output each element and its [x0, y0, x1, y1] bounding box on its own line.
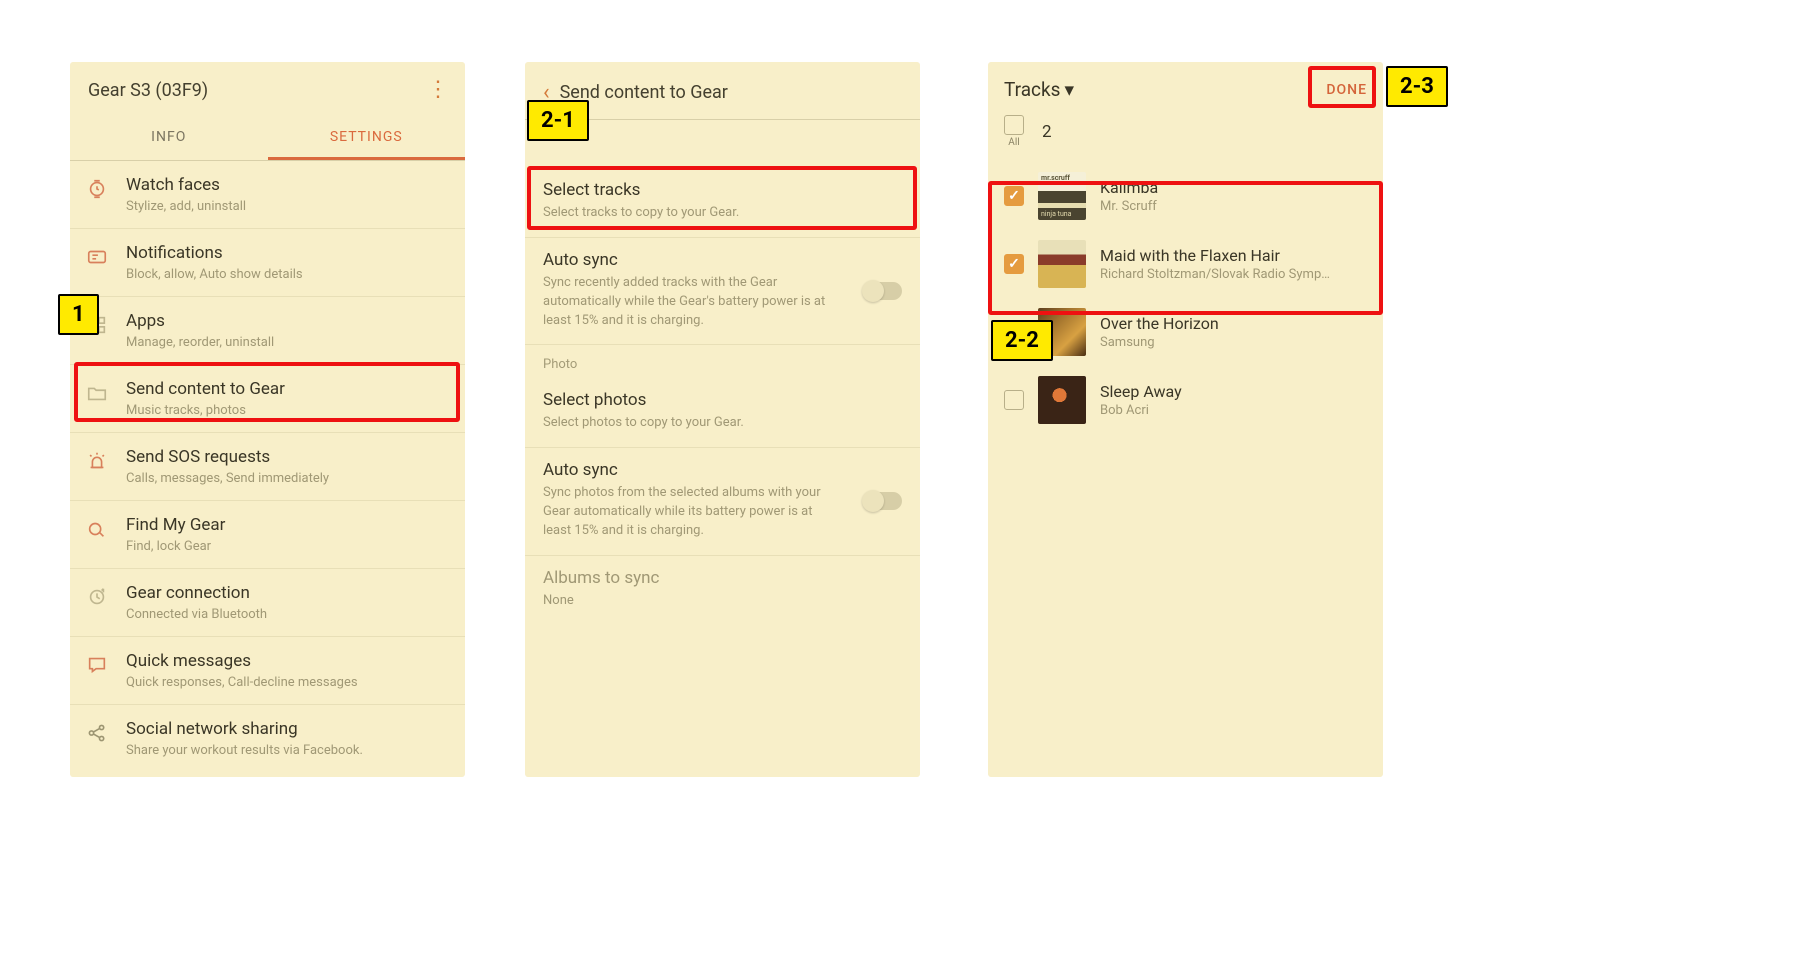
row-title: Gear connection [126, 583, 451, 603]
row-title: Social network sharing [126, 719, 451, 739]
row-subtitle: Sync photos from the selected albums wit… [543, 484, 843, 541]
row-send-content[interactable]: Send content to Gear Music tracks, photo… [70, 365, 465, 433]
album-art [1038, 376, 1086, 424]
callout-2-2: 2-2 [991, 320, 1053, 361]
screen-select-tracks: Tracks ▾ DONE All 2 mr.scruff ninja tuna… [988, 62, 1383, 777]
screen-send-content: ‹ Send content to Gear Select tracks Sel… [525, 62, 920, 777]
row-subtitle: Find, lock Gear [126, 539, 451, 554]
row-albums-to-sync[interactable]: Albums to sync None [525, 556, 920, 625]
notification-icon [86, 246, 108, 268]
chevron-down-icon: ▾ [1064, 78, 1074, 101]
track-artist: Samsung [1100, 335, 1219, 350]
track-title: Sleep Away [1100, 382, 1182, 401]
row-quick-messages[interactable]: Quick messages Quick responses, Call-dec… [70, 637, 465, 705]
row-title: Send content to Gear [126, 379, 451, 399]
overflow-menu-icon[interactable]: ⋮ [427, 86, 447, 95]
track-artist: Bob Acri [1100, 403, 1182, 418]
row-find-gear[interactable]: Find My Gear Find, lock Gear [70, 501, 465, 569]
checkbox-track[interactable] [1004, 390, 1024, 410]
row-subtitle: Manage, reorder, uninstall [126, 335, 451, 350]
row-subtitle: Select tracks to copy to your Gear. [543, 204, 843, 223]
connection-icon [86, 586, 108, 608]
all-label: All [1008, 137, 1019, 148]
row-subtitle: None [543, 592, 843, 611]
checkbox-all[interactable] [1004, 115, 1024, 135]
row-title: Select tracks [543, 180, 902, 200]
row-title: Auto sync [543, 250, 902, 270]
row-subtitle: Quick responses, Call-decline messages [126, 675, 451, 690]
album-art [1038, 240, 1086, 288]
select-all[interactable]: All [1004, 115, 1024, 148]
folder-icon [86, 382, 108, 404]
done-button[interactable]: DONE [1326, 82, 1367, 98]
row-social-sharing[interactable]: Social network sharing Share your workou… [70, 705, 465, 772]
row-notifications[interactable]: Notifications Block, allow, Auto show de… [70, 229, 465, 297]
find-watch-icon [86, 518, 108, 540]
section-photo: Photo [525, 345, 920, 378]
row-subtitle: Connected via Bluetooth [126, 607, 451, 622]
track-row[interactable]: Maid with the Flaxen Hair Richard Stoltz… [988, 230, 1383, 298]
row-title: Quick messages [126, 651, 451, 671]
select-all-row: All 2 [988, 111, 1383, 162]
track-title: Kalimba [1100, 178, 1158, 197]
watch-icon [86, 178, 108, 200]
art-text: mr.scruff [1038, 172, 1086, 184]
tracks-dropdown[interactable]: Tracks ▾ [1004, 78, 1074, 101]
toggle-auto-sync-photos[interactable] [864, 492, 902, 510]
row-subtitle: Share your workout results via Facebook. [126, 743, 451, 758]
app-header: Gear S3 (03F9) ⋮ [70, 62, 465, 115]
row-subtitle: Stylize, add, uninstall [126, 199, 451, 214]
track-row[interactable]: Sleep Away Bob Acri [988, 366, 1383, 434]
tab-bar: INFO SETTINGS [70, 115, 465, 160]
siren-icon [86, 450, 108, 472]
track-title: Over the Horizon [1100, 314, 1219, 333]
tracks-header: Tracks ▾ DONE [988, 62, 1383, 111]
callout-1: 1 [58, 294, 99, 335]
checkbox-track[interactable] [1004, 254, 1024, 274]
row-title: Auto sync [543, 460, 902, 480]
row-title: Send SOS requests [126, 447, 451, 467]
track-title: Maid with the Flaxen Hair [1100, 246, 1330, 265]
row-subtitle: Select photos to copy to your Gear. [543, 414, 843, 433]
tab-settings[interactable]: SETTINGS [268, 115, 466, 160]
callout-2-3: 2-3 [1386, 66, 1448, 107]
row-select-photos[interactable]: Select photos Select photos to copy to y… [525, 378, 920, 448]
message-icon [86, 654, 108, 676]
row-auto-sync-photos[interactable]: Auto sync Sync photos from the selected … [525, 448, 920, 556]
selected-count: 2 [1042, 122, 1052, 142]
album-art: mr.scruff ninja tuna [1038, 172, 1086, 220]
row-sos[interactable]: Send SOS requests Calls, messages, Send … [70, 433, 465, 501]
checkbox-track[interactable] [1004, 186, 1024, 206]
tab-info[interactable]: INFO [70, 115, 268, 160]
row-subtitle: Block, allow, Auto show details [126, 267, 451, 282]
row-auto-sync-tracks[interactable]: Auto sync Sync recently added tracks wit… [525, 238, 920, 346]
row-title: Watch faces [126, 175, 451, 195]
share-icon [86, 722, 108, 744]
track-artist: Richard Stoltzman/Slovak Radio Symp… [1100, 267, 1330, 282]
row-title: Albums to sync [543, 568, 902, 588]
row-subtitle: Sync recently added tracks with the Gear… [543, 274, 843, 331]
row-connection[interactable]: Gear connection Connected via Bluetooth [70, 569, 465, 637]
row-select-tracks[interactable]: Select tracks Select tracks to copy to y… [525, 168, 920, 238]
row-title: Notifications [126, 243, 451, 263]
row-subtitle: Calls, messages, Send immediately [126, 471, 451, 486]
dropdown-label: Tracks [1004, 78, 1060, 101]
row-subtitle: Music tracks, photos [126, 403, 451, 418]
row-apps[interactable]: Apps Manage, reorder, uninstall [70, 297, 465, 365]
track-row[interactable]: mr.scruff ninja tuna Kalimba Mr. Scruff [988, 162, 1383, 230]
callout-2-1: 2-1 [527, 100, 589, 141]
art-text: ninja tuna [1038, 208, 1086, 220]
device-name: Gear S3 (03F9) [88, 80, 208, 101]
row-title: Apps [126, 311, 451, 331]
row-watch-faces[interactable]: Watch faces Stylize, add, uninstall [70, 161, 465, 229]
track-artist: Mr. Scruff [1100, 199, 1158, 214]
toggle-auto-sync-tracks[interactable] [864, 282, 902, 300]
row-title: Select photos [543, 390, 902, 410]
row-title: Find My Gear [126, 515, 451, 535]
screen-gear-settings: Gear S3 (03F9) ⋮ INFO SETTINGS Watch fac… [70, 62, 465, 777]
